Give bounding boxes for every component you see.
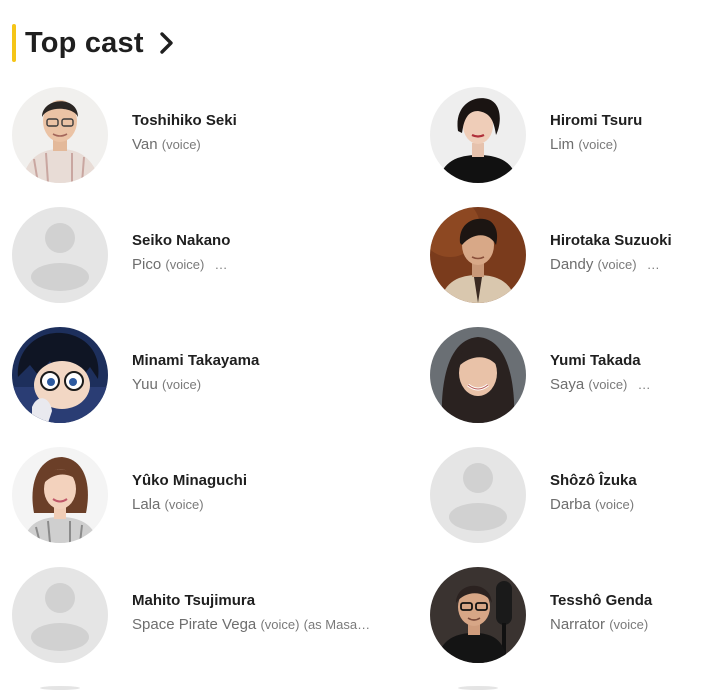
more-ellipsis[interactable]: … (647, 257, 660, 272)
role-tag: (voice) (609, 617, 649, 632)
actor-name[interactable]: Yumi Takada (550, 352, 641, 369)
character-name[interactable]: Van (132, 136, 158, 153)
role-tag: (voice) (162, 377, 202, 392)
cast-member: Mahito Tsujimura Space Pirate Vega (voic… (12, 567, 370, 665)
actor-name[interactable]: Tesshô Genda (550, 592, 652, 609)
character-name[interactable]: Saya (550, 376, 584, 393)
actor-name[interactable]: Minami Takayama (132, 352, 259, 369)
actor-photo[interactable] (12, 327, 108, 423)
placeholder-avatar-icon[interactable] (12, 207, 108, 303)
actor-name[interactable]: Seiko Nakano (132, 232, 230, 249)
next-row-avatar-peek (40, 686, 80, 690)
character-role: Narrator (voice) (550, 616, 648, 633)
character-name[interactable]: Darba (550, 496, 591, 513)
character-role: Saya (voice) … (550, 376, 651, 393)
actor-photo[interactable] (12, 447, 108, 543)
role-tag: (voice) (597, 257, 637, 272)
character-role: Lala (voice) (132, 496, 204, 513)
role-tag: (voice) (161, 137, 201, 152)
character-role: Dandy (voice) … (550, 256, 660, 273)
character-role: Darba (voice) (550, 496, 634, 513)
role-tag: (voice) (595, 497, 635, 512)
cast-member: Tesshô Genda Narrator (voice) (430, 567, 714, 665)
cast-member: Yumi Takada Saya (voice) … (430, 327, 714, 425)
placeholder-avatar-icon[interactable] (430, 447, 526, 543)
role-tag: (voice) (260, 617, 300, 632)
role-tag: (voice) (578, 137, 618, 152)
cast-member: Hirotaka Suzuoki Dandy (voice) … (430, 207, 714, 305)
actor-photo[interactable] (430, 567, 526, 663)
cast-list: Toshihiko Seki Van (voice) Hiromi Tsuru … (0, 0, 714, 690)
actor-photo[interactable] (430, 87, 526, 183)
actor-photo[interactable] (430, 207, 526, 303)
cast-member: Hiromi Tsuru Lim (voice) (430, 87, 714, 185)
actor-name[interactable]: Hirotaka Suzuoki (550, 232, 672, 249)
character-name[interactable]: Space Pirate Vega (132, 616, 256, 633)
actor-photo[interactable] (430, 327, 526, 423)
placeholder-avatar-icon[interactable] (12, 567, 108, 663)
role-tag: (voice) (165, 257, 205, 272)
next-row-avatar-peek (458, 686, 498, 690)
cast-member: Seiko Nakano Pico (voice) … (12, 207, 312, 305)
character-name[interactable]: Lala (132, 496, 160, 513)
actor-name[interactable]: Mahito Tsujimura (132, 592, 255, 609)
character-name[interactable]: Narrator (550, 616, 605, 633)
actor-name[interactable]: Hiromi Tsuru (550, 112, 642, 129)
character-role: Lim (voice) (550, 136, 617, 153)
credit-note: (as Masa… (303, 617, 371, 632)
actor-name[interactable]: Shôzô Îzuka (550, 472, 637, 489)
character-name[interactable]: Lim (550, 136, 574, 153)
character-role: Space Pirate Vega (voice) (as Masa… (132, 616, 370, 633)
character-name[interactable]: Dandy (550, 256, 593, 273)
character-role: Pico (voice) … (132, 256, 228, 273)
role-tag: (voice) (164, 497, 204, 512)
character-role: Van (voice) (132, 136, 201, 153)
actor-name[interactable]: Yûko Minaguchi (132, 472, 247, 489)
actor-photo[interactable] (12, 87, 108, 183)
more-ellipsis[interactable]: … (638, 377, 651, 392)
character-role: Yuu (voice) (132, 376, 201, 393)
cast-member: Yûko Minaguchi Lala (voice) (12, 447, 312, 545)
cast-member: Minami Takayama Yuu (voice) (12, 327, 312, 425)
cast-member: Shôzô Îzuka Darba (voice) (430, 447, 714, 545)
role-tag: (voice) (588, 377, 628, 392)
character-name[interactable]: Yuu (132, 376, 158, 393)
character-name[interactable]: Pico (132, 256, 161, 273)
actor-name[interactable]: Toshihiko Seki (132, 112, 237, 129)
more-ellipsis[interactable]: … (215, 257, 228, 272)
cast-member: Toshihiko Seki Van (voice) (12, 87, 312, 185)
